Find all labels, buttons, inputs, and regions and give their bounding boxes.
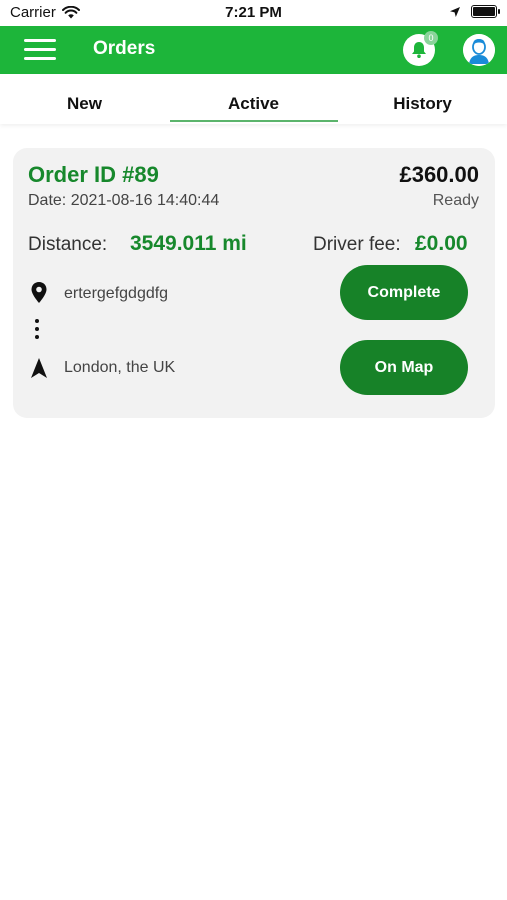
location-arrow-icon (450, 6, 460, 17)
driver-fee-value: £0.00 (415, 232, 468, 255)
order-id: Order ID #89 (28, 162, 159, 187)
pickup-address: ertergefgdgdfg (64, 285, 169, 302)
avatar[interactable] (463, 34, 495, 66)
active-tab-indicator (170, 120, 338, 122)
on-map-button[interactable]: On Map (340, 340, 468, 395)
status-time: 7:21 PM (225, 4, 282, 21)
user-avatar-icon (463, 34, 495, 66)
tab-active[interactable]: Active (169, 94, 338, 114)
complete-button[interactable]: Complete (340, 265, 468, 320)
tab-history[interactable]: History (338, 94, 507, 114)
distance-value: 3549.011 mi (130, 232, 247, 255)
menu-button[interactable] (24, 38, 56, 62)
order-status: Ready (432, 192, 479, 209)
dropoff-address: London, the UK (64, 359, 176, 376)
order-tabs: New Active History (0, 74, 507, 124)
notification-badge: 0 (424, 31, 438, 45)
tab-new[interactable]: New (0, 94, 169, 114)
vertical-dots-icon (35, 319, 39, 339)
notifications-button[interactable]: 0 (403, 31, 438, 66)
order-date: Date: 2021-08-16 14:40:44 (28, 192, 220, 209)
page-title: Orders (93, 38, 156, 59)
driver-fee-label: Driver fee: (313, 234, 401, 255)
status-bar: Carrier 7:21 PM (0, 0, 507, 26)
status-right (449, 5, 500, 18)
battery-icon (471, 5, 500, 18)
location-pin-icon (31, 282, 47, 303)
distance-label: Distance: (28, 234, 108, 255)
order-card[interactable]: Order ID #89 Date: 2021-08-16 14:40:44 £… (13, 148, 495, 418)
order-price: £360.00 (399, 162, 479, 187)
app-bar: Orders 0 (0, 26, 507, 74)
navigation-arrow-icon (31, 358, 47, 378)
